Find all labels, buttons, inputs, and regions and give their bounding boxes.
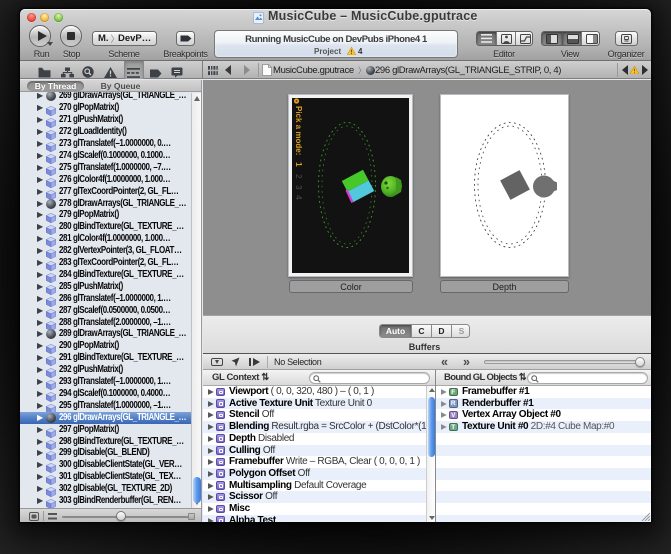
svg-text:Pick a mode:: Pick a mode:	[294, 106, 303, 155]
svg-text:3: 3	[294, 185, 304, 190]
svg-text:2: 2	[294, 174, 304, 179]
svg-text:1: 1	[294, 162, 304, 167]
svg-text:4: 4	[294, 195, 304, 200]
